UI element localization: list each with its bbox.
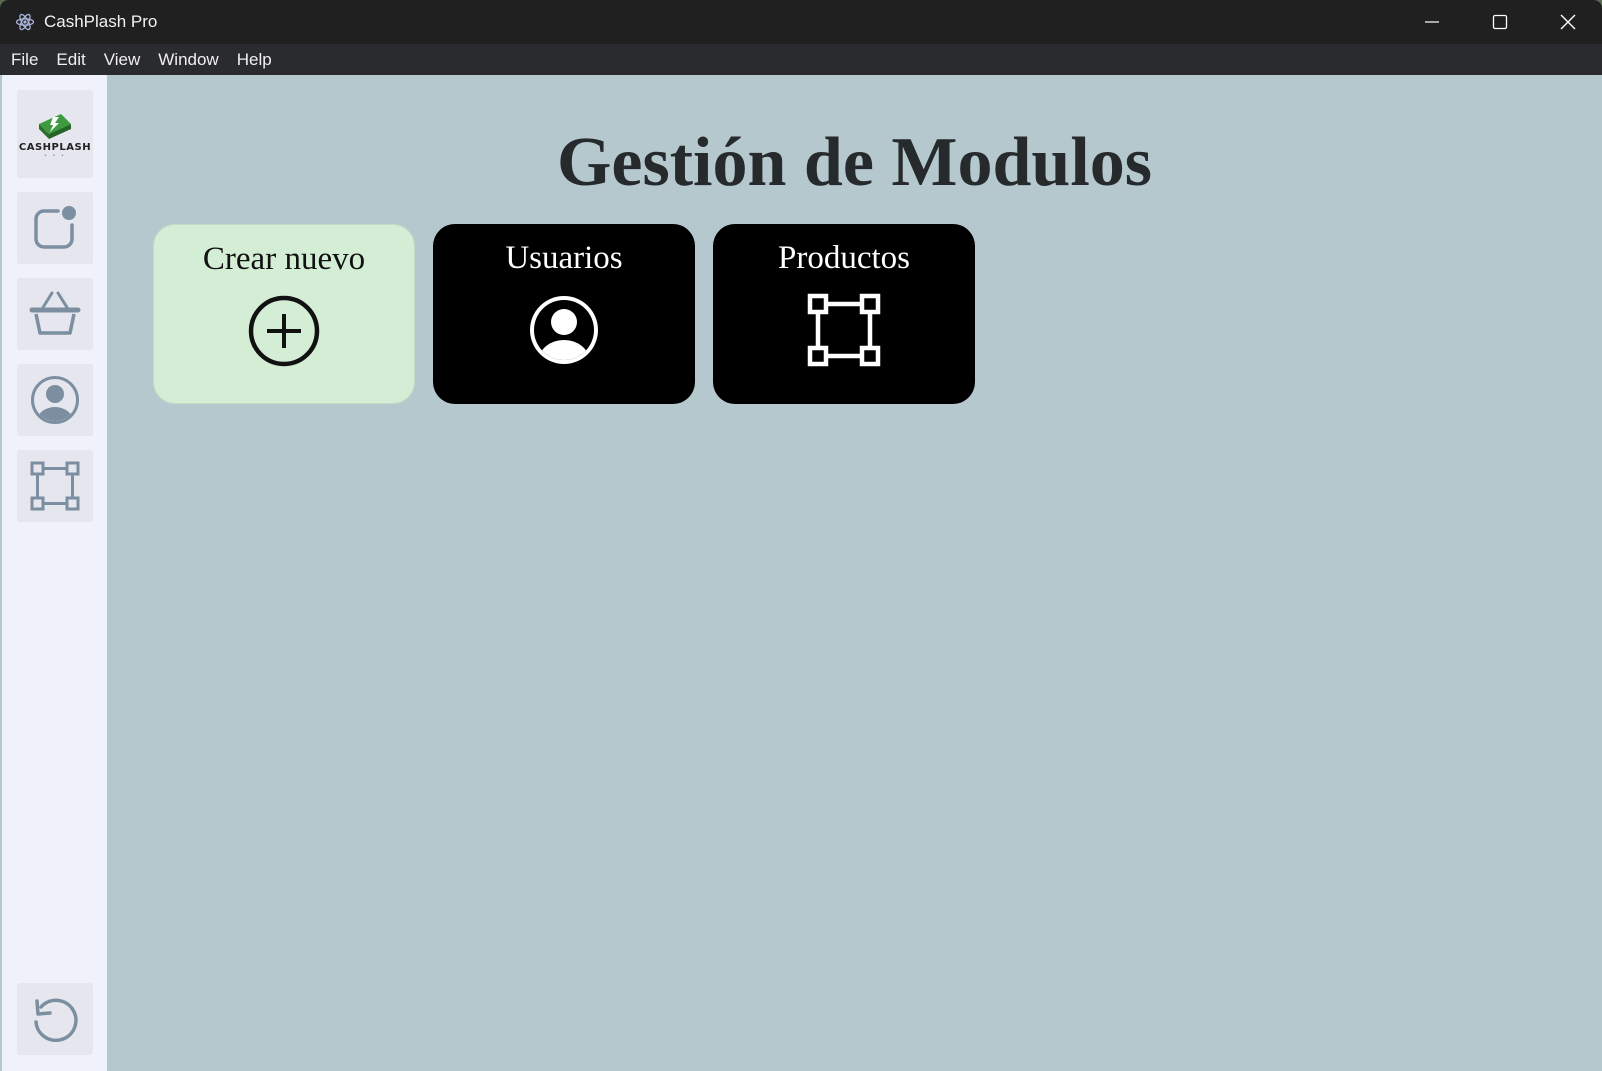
window-controls: [1398, 0, 1602, 44]
create-new-module-card[interactable]: Crear nuevo: [153, 224, 415, 404]
sidebar-item-users[interactable]: [17, 364, 93, 436]
menu-bar: File Edit View Window Help: [0, 44, 1602, 75]
modules-frame-icon: [806, 292, 882, 368]
sidebar-logo-button[interactable]: CASHPLASH • • •: [17, 90, 93, 178]
sidebar-item-modules[interactable]: [17, 450, 93, 522]
card-label: Productos: [778, 240, 910, 276]
menu-window[interactable]: Window: [149, 44, 227, 75]
menu-file[interactable]: File: [2, 44, 47, 75]
user-circle-icon: [526, 292, 602, 368]
main-content: Gestión de Modulos Crear nuevo Usuarios: [107, 75, 1602, 1071]
menu-help[interactable]: Help: [228, 44, 281, 75]
sidebar-item-basket[interactable]: [17, 278, 93, 350]
history-rotate-icon: [34, 998, 78, 1043]
modules-frame-icon: [30, 461, 80, 511]
sidebar-item-notifications[interactable]: [17, 192, 93, 264]
electron-atom-icon: [14, 11, 36, 33]
basket-icon: [29, 291, 81, 335]
products-module-card[interactable]: Productos: [713, 224, 975, 404]
logo-dots-icon: • • •: [43, 152, 67, 159]
menu-view[interactable]: View: [95, 44, 150, 75]
logo-text: CASHPLASH: [18, 141, 92, 153]
maximize-button[interactable]: [1466, 0, 1534, 44]
users-module-card[interactable]: Usuarios: [433, 224, 695, 404]
sidebar-item-history[interactable]: [17, 983, 93, 1055]
user-circle-icon: [31, 376, 79, 424]
window-title: CashPlash Pro: [44, 12, 158, 31]
plus-circle-icon: [246, 293, 322, 369]
page-title: Gestión de Modulos: [556, 124, 1153, 201]
close-button[interactable]: [1534, 0, 1602, 44]
minimize-icon: [1425, 21, 1439, 23]
sidebar: CASHPLASH • • •: [2, 75, 107, 1071]
menu-edit[interactable]: Edit: [47, 44, 94, 75]
minimize-button[interactable]: [1398, 0, 1466, 44]
title-bar[interactable]: CashPlash Pro: [0, 0, 1602, 44]
notification-square-icon: [34, 206, 76, 249]
cashplash-logo-icon: [39, 113, 71, 139]
card-label: Crear nuevo: [202, 241, 366, 277]
close-icon: [1560, 14, 1576, 30]
maximize-icon: [1492, 14, 1508, 30]
card-label: Usuarios: [505, 240, 623, 276]
app-window: CashPlash Pro File Edit View Window Help…: [0, 0, 1602, 1071]
